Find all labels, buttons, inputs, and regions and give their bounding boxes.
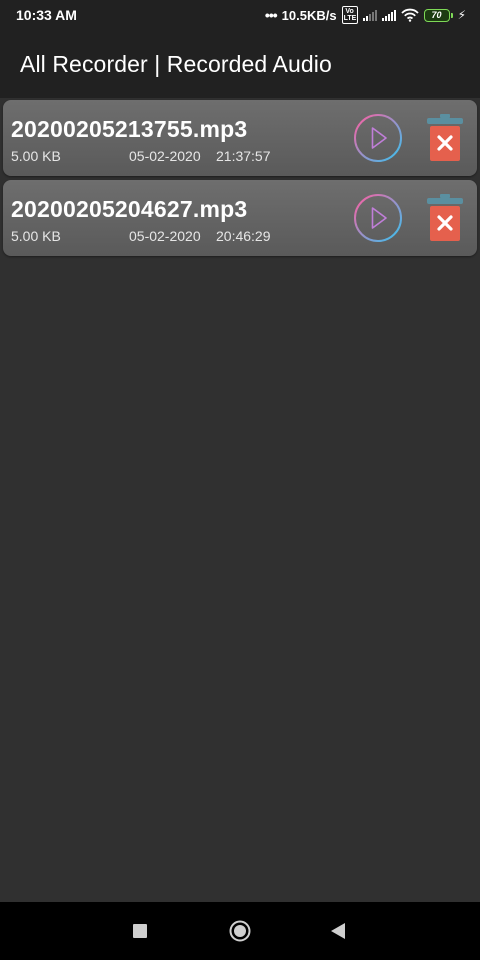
volte-icon: Vo LTE: [341, 6, 358, 24]
screen: 10:33 AM ••• 10.5KB/s Vo LTE 70 ⚡ All Re…: [0, 0, 480, 960]
play-button[interactable]: [353, 193, 403, 243]
file-size: 5.00 KB: [11, 228, 61, 244]
status-time: 10:33 AM: [16, 7, 77, 23]
app-bar: All Recorder | Recorded Audio: [0, 30, 480, 98]
recents-icon[interactable]: [133, 924, 147, 938]
list-item[interactable]: 20200205213755.mp3 5.00 KB 05-02-2020 21…: [3, 100, 477, 176]
file-date: 05-02-2020: [129, 148, 201, 164]
delete-button[interactable]: [426, 114, 464, 162]
battery-icon: 70: [423, 8, 453, 22]
charging-icon: ⚡: [457, 8, 466, 22]
list-item[interactable]: 20200205204627.mp3 5.00 KB 05-02-2020 20…: [3, 180, 477, 256]
recordings-list: 20200205213755.mp3 5.00 KB 05-02-2020 21…: [3, 100, 477, 260]
battery-level: 70: [431, 10, 442, 20]
file-name: 20200205204627.mp3: [11, 196, 248, 222]
file-date: 05-02-2020: [129, 228, 201, 244]
home-icon[interactable]: [229, 920, 251, 942]
file-size: 5.00 KB: [11, 148, 61, 164]
status-bar: 10:33 AM ••• 10.5KB/s Vo LTE 70 ⚡: [0, 0, 480, 30]
navigation-bar: [0, 902, 480, 960]
signal-icon: [362, 9, 377, 21]
network-speed: 10.5KB/s: [281, 7, 337, 23]
status-icons: ••• 10.5KB/s Vo LTE 70 ⚡: [265, 6, 466, 24]
wifi-icon: [400, 8, 419, 22]
dots-icon: •••: [264, 7, 278, 23]
play-button[interactable]: [353, 113, 403, 163]
file-name: 20200205213755.mp3: [11, 116, 248, 142]
signal-icon: [381, 9, 396, 21]
page-title: All Recorder | Recorded Audio: [20, 50, 332, 77]
back-icon[interactable]: [330, 922, 346, 940]
file-time: 20:46:29: [216, 228, 271, 244]
file-time: 21:37:57: [216, 148, 271, 164]
delete-button[interactable]: [426, 194, 464, 242]
